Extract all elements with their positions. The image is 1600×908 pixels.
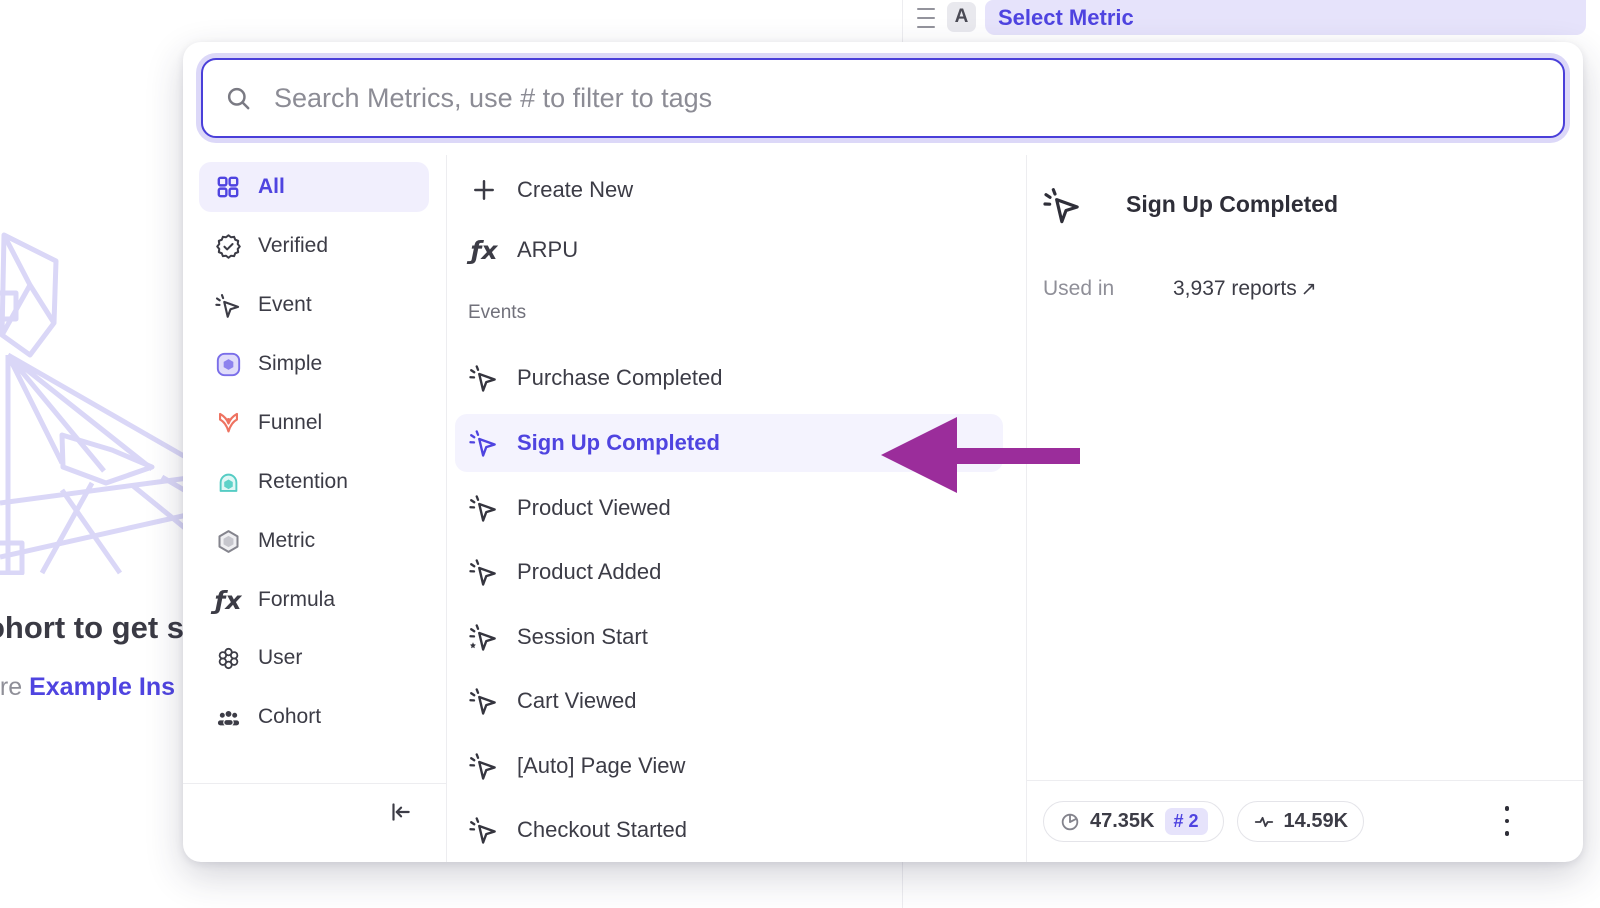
activity-count-badge[interactable]: 14.59K xyxy=(1237,801,1365,842)
collapse-left-icon xyxy=(387,799,413,825)
list-item-cart-viewed[interactable]: Cart Viewed xyxy=(447,672,1026,730)
list-item-sign-up-completed[interactable]: Sign Up Completed xyxy=(447,414,1026,472)
kebab-menu-icon[interactable] xyxy=(1497,806,1517,836)
event-icon xyxy=(468,492,500,524)
list-item-auto-page-view[interactable]: [Auto] Page View xyxy=(447,737,1026,795)
background-subtext-partial: ore Example Ins xyxy=(0,673,175,702)
background-subtext-gray: ore xyxy=(0,673,29,701)
app-screen: ohort to get s ore Example Ins A Select … xyxy=(0,0,1600,908)
sidebar-item-formula[interactable]: ƒx Formula xyxy=(199,575,429,625)
select-metric-label: Select Metric xyxy=(998,5,1134,31)
example-insights-link[interactable]: Example Ins xyxy=(29,673,175,701)
background-heading-partial: ohort to get s xyxy=(0,610,184,646)
detail-title: Sign Up Completed xyxy=(1126,191,1338,218)
list-item-session-start[interactable]: Session Start xyxy=(447,608,1026,666)
rank-chip: # 2 xyxy=(1165,808,1208,835)
event-icon xyxy=(468,750,500,782)
retention-icon xyxy=(214,468,242,496)
search-box[interactable] xyxy=(201,58,1565,138)
list-item-product-added[interactable]: Product Added xyxy=(447,543,1026,601)
drag-handle-icon[interactable] xyxy=(917,8,935,28)
used-in-label: Used in xyxy=(1043,277,1114,301)
category-sidebar: All Verified Event xyxy=(183,155,447,862)
list-item-purchase-completed[interactable]: Purchase Completed xyxy=(447,349,1026,407)
sidebar-item-funnel[interactable]: Funnel xyxy=(199,398,429,448)
event-icon xyxy=(214,291,242,319)
formula-icon: ƒx xyxy=(468,234,500,266)
cohort-icon xyxy=(214,703,242,731)
create-new-button[interactable]: Create New xyxy=(447,161,1026,219)
collapse-sidebar-button[interactable] xyxy=(382,794,418,830)
used-in-row: Used in 3,937 reports↗ xyxy=(1043,277,1563,301)
events-section-header: Events xyxy=(468,302,1047,326)
pie-icon xyxy=(1059,811,1081,833)
select-metric-row[interactable]: Select Metric xyxy=(985,0,1586,35)
simple-icon xyxy=(214,350,242,378)
sidebar-item-cohort[interactable]: Cohort xyxy=(199,692,429,742)
event-icon xyxy=(1043,185,1083,225)
event-icon xyxy=(468,556,500,588)
sidebar-item-user[interactable]: User xyxy=(199,633,429,683)
grid-icon xyxy=(214,173,242,201)
sidebar-item-all[interactable]: All xyxy=(199,162,429,212)
event-icon xyxy=(468,427,500,459)
sidebar-item-verified[interactable]: Verified xyxy=(199,221,429,271)
sidebar-item-event[interactable]: Event xyxy=(199,280,429,330)
report-count-badge[interactable]: 47.35K # 2 xyxy=(1043,801,1224,842)
sidebar-item-metric[interactable]: Metric xyxy=(199,516,429,566)
metric-icon xyxy=(214,527,242,555)
sidebar-item-simple[interactable]: Simple xyxy=(199,339,429,389)
pulse-icon xyxy=(1253,811,1275,833)
metric-detail-panel: Sign Up Completed Used in 3,937 reports↗… xyxy=(1027,155,1583,862)
plus-icon xyxy=(468,174,500,206)
search-input[interactable] xyxy=(274,83,1563,114)
used-in-reports-link[interactable]: 3,937 reports↗ xyxy=(1173,277,1317,301)
funnel-icon xyxy=(214,409,242,437)
search-focus-ring xyxy=(196,53,1570,143)
list-item-checkout-started[interactable]: Checkout Started xyxy=(447,801,1026,859)
event-icon xyxy=(468,685,500,717)
metric-picker-dialog: All Verified Event xyxy=(183,42,1583,862)
event-icon xyxy=(468,362,500,394)
verified-icon xyxy=(214,232,242,260)
list-item-arpu[interactable]: ƒx ARPU xyxy=(447,221,1026,279)
metric-list: Create New ƒx ARPU Events Purchase Compl… xyxy=(447,155,1027,862)
list-item-product-viewed[interactable]: Product Viewed xyxy=(447,479,1026,537)
sidebar-item-retention[interactable]: Retention xyxy=(199,457,429,507)
external-link-icon: ↗ xyxy=(1301,279,1317,300)
user-icon xyxy=(214,644,242,672)
search-icon xyxy=(225,85,252,112)
event-icon xyxy=(468,814,500,846)
series-a-badge: A xyxy=(947,2,976,32)
event-star-icon xyxy=(468,621,500,653)
sidebar-footer xyxy=(183,783,446,862)
formula-icon: ƒx xyxy=(214,586,242,614)
wireframe-illustration xyxy=(0,205,200,575)
